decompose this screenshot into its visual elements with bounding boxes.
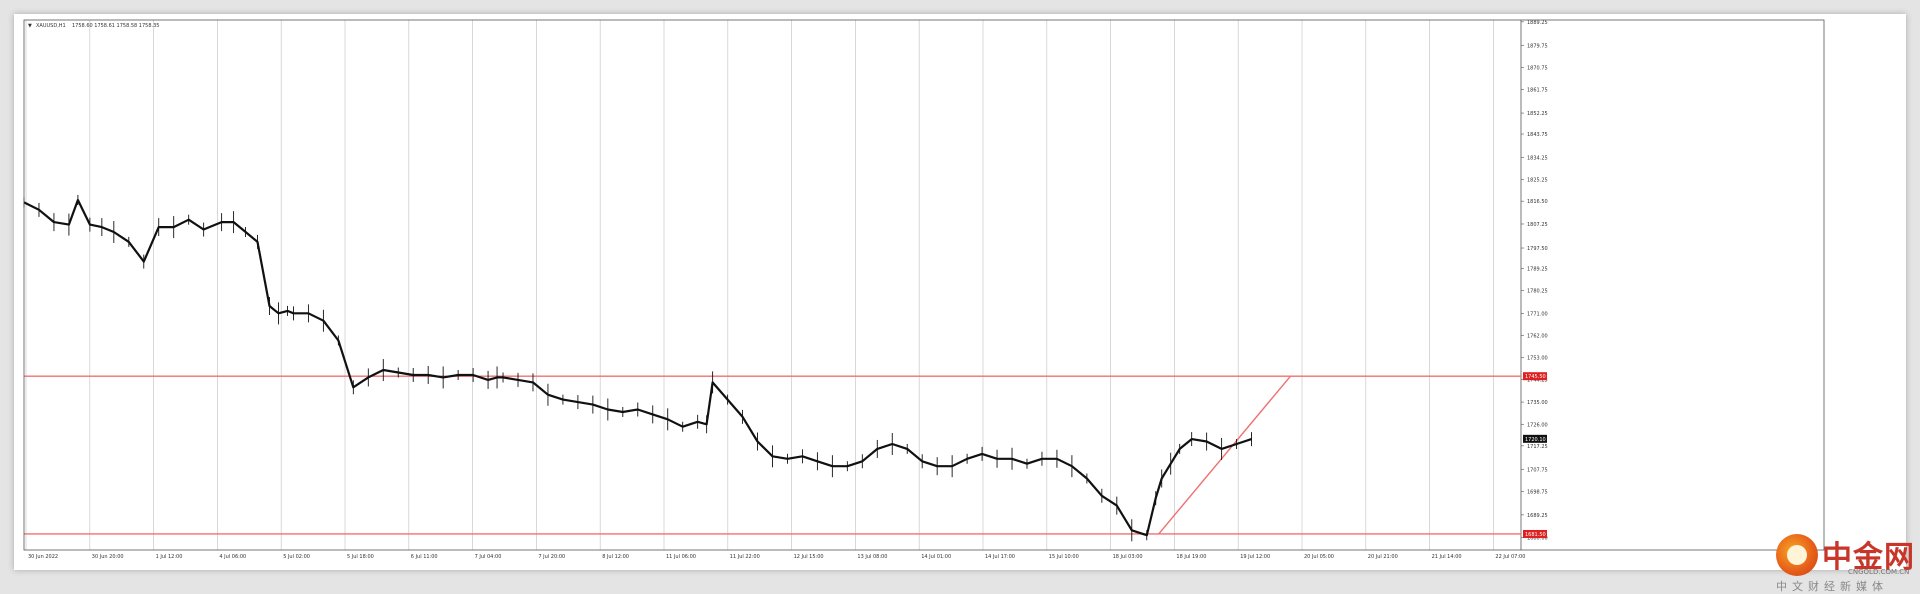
x-tick-label: 5 Jul 02:00: [283, 554, 310, 560]
y-tick-label: 1870.75: [1527, 65, 1548, 71]
x-tick-label: 19 Jul 12:00: [1240, 554, 1270, 560]
y-tick-label: 1807.25: [1527, 222, 1548, 228]
x-tick-label: 12 Jul 15:00: [794, 554, 824, 560]
y-tick-label: 1780.25: [1527, 289, 1548, 295]
level-price-badge-label: 1745.50: [1525, 374, 1546, 380]
logo-url: CNGOLD.COM.CN: [1848, 568, 1910, 576]
plot-background: [24, 20, 1824, 550]
y-tick-label: 1753.00: [1527, 356, 1548, 362]
price-chart: 1889.25 1879.75 1870.75 1861.75 1852.25 1843.…: [23, 19, 1825, 560]
x-tick-label: 7 Jul 04:00: [475, 554, 502, 560]
y-tick-label: 1689.25: [1527, 513, 1548, 519]
y-tick-label: 1707.75: [1527, 467, 1548, 473]
x-tick-label: 7 Jul 20:00: [538, 554, 565, 560]
x-tick-label: 8 Jul 12:00: [602, 554, 629, 560]
x-tick-label: 13 Jul 08:00: [857, 554, 887, 560]
y-tick-label: 1816.50: [1527, 199, 1548, 205]
y-tick-label: 1834.25: [1527, 155, 1548, 161]
x-tick-label: 14 Jul 01:00: [921, 554, 951, 560]
x-tick-label: 14 Jul 17:00: [985, 554, 1015, 560]
x-tick-label: 5 Jul 18:00: [347, 554, 374, 560]
level-price-badge-label: 1681.50: [1525, 532, 1546, 538]
y-tick-label: 1789.25: [1527, 266, 1548, 272]
y-tick-label: 1825.25: [1527, 178, 1548, 184]
x-tick-label: 18 Jul 03:00: [1113, 554, 1143, 560]
x-tick-label: 21 Jul 14:00: [1432, 554, 1462, 560]
symbol-arrow-icon: ▼: [28, 23, 32, 29]
x-tick-label: 30 Jun 2022: [28, 554, 58, 560]
x-tick-label: 11 Jul 22:00: [730, 554, 760, 560]
chart-frame: 1889.25 1879.75 1870.75 1861.75 1852.25 1843.…: [14, 14, 1914, 593]
y-tick-label: 1861.75: [1527, 88, 1548, 94]
y-tick-label: 1797.50: [1527, 246, 1548, 252]
x-tick-label: 4 Jul 06:00: [219, 554, 246, 560]
watermark-logo: 中金网 CNGOLD.COM.CN 中文财经新媒体: [1776, 532, 1920, 593]
x-tick-label: 11 Jul 06:00: [666, 554, 696, 560]
ohlc-label: 1758.60 1758.61 1758.58 1758.35: [72, 23, 159, 29]
x-tick-label: 15 Jul 10:00: [1049, 554, 1079, 560]
x-tick-label: 20 Jul 21:00: [1368, 554, 1398, 560]
y-tick-label: 1698.75: [1527, 489, 1548, 495]
symbol-label: XAUUSD,H1: [36, 23, 66, 29]
current-price-badge-label: 1720.10: [1525, 437, 1546, 443]
y-tick-label: 1726.00: [1527, 422, 1548, 428]
chart-header: ▼ XAUUSD,H1 1758.60 1758.61 1758.58 1758…: [28, 23, 159, 29]
x-tick-label: 22 Jul 07:00: [1495, 554, 1525, 560]
y-tick-label: 1771.00: [1527, 311, 1548, 317]
x-tick-label: 30 Jun 20:00: [92, 554, 124, 560]
x-tick-label: 20 Jul 05:00: [1304, 554, 1334, 560]
logo-tagline: 中文财经新媒体: [1776, 580, 1888, 593]
y-tick-label: 1889.25: [1527, 20, 1548, 26]
y-tick-label: 1735.00: [1527, 400, 1548, 406]
x-tick-label: 6 Jul 11:00: [411, 554, 438, 560]
x-tick-label: 1 Jul 12:00: [156, 554, 183, 560]
x-axis: 30 Jun 2022 30 Jun 20:00 1 Jul 12:00 4 Jul …: [28, 554, 1525, 560]
y-tick-label: 1717.25: [1527, 444, 1548, 450]
y-tick-label: 1852.25: [1527, 111, 1548, 117]
y-tick-label: 1762.00: [1527, 334, 1548, 340]
x-tick-label: 18 Jul 19:00: [1176, 554, 1206, 560]
y-tick-label: 1843.75: [1527, 132, 1548, 138]
logo-mark-icon: [1776, 534, 1818, 576]
y-tick-label: 1879.75: [1527, 43, 1548, 49]
